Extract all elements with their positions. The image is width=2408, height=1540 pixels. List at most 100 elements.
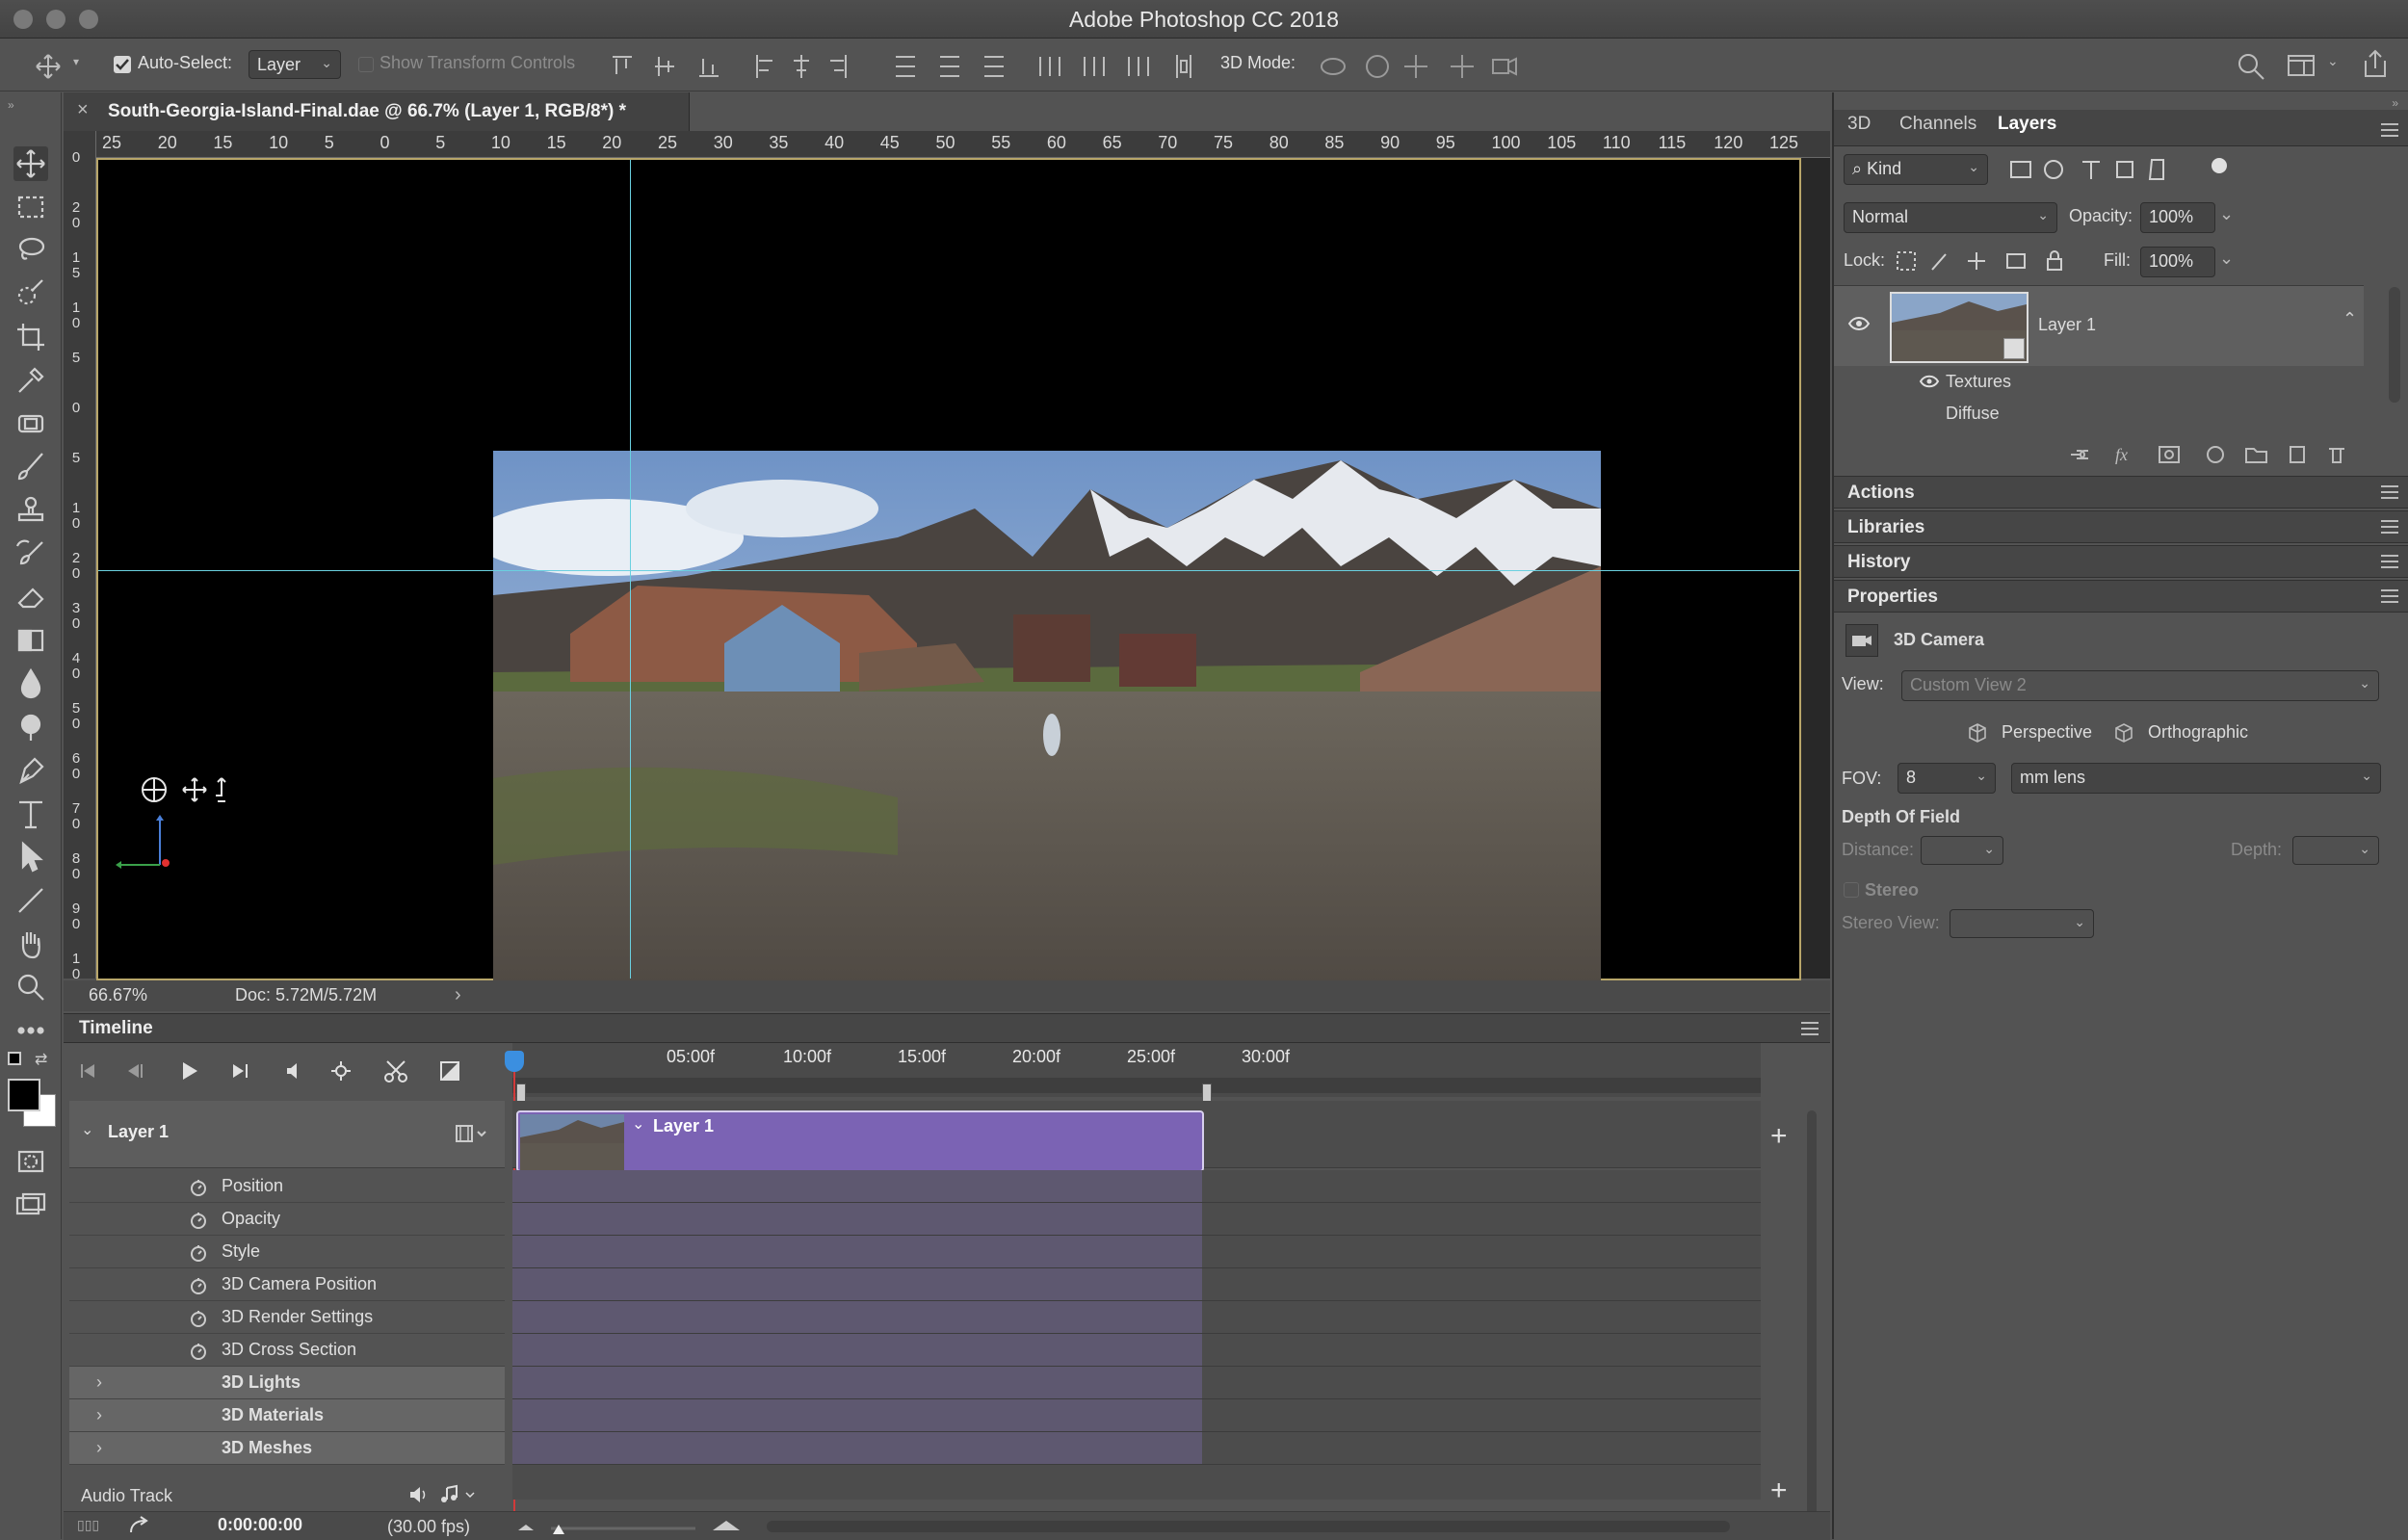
lasso-tool-button[interactable] <box>13 233 48 268</box>
keyframe-lane[interactable] <box>512 1334 1761 1367</box>
gradient-tool-button[interactable] <box>13 623 48 658</box>
group-row-3d-materials[interactable]: › 3D Materials <box>69 1399 505 1432</box>
stopwatch-icon[interactable] <box>189 1178 208 1197</box>
keyframe-lane[interactable] <box>512 1268 1761 1301</box>
frame-animation-toggle-icon[interactable]: ▯▯▯ <box>77 1517 99 1533</box>
playhead-handle[interactable] <box>505 1051 524 1072</box>
opacity-input[interactable]: 100% <box>2140 202 2215 233</box>
chevron-right-icon[interactable]: › <box>455 984 461 1006</box>
fov-input[interactable]: 8 ⌄ <box>1898 763 1996 794</box>
blend-mode-dropdown[interactable]: Normal ⌄ <box>1844 202 2057 233</box>
time-ruler[interactable]: 05:00f 10:00f 15:00f 20:00f 25:00f 30:00… <box>512 1043 1761 1103</box>
group-row-3d-lights[interactable]: › 3D Lights <box>69 1367 505 1399</box>
align-distribute-icons[interactable] <box>607 51 1185 82</box>
stereo-checkbox[interactable] <box>1844 882 1859 898</box>
guide-horizontal[interactable] <box>98 570 1799 571</box>
panel-menu-icon[interactable] <box>2381 520 2398 534</box>
clip-chevron-icon[interactable]: ⌄ <box>632 1114 644 1134</box>
audio-controls-icons[interactable] <box>406 1484 484 1505</box>
layer-name[interactable]: Layer 1 <box>2038 315 2096 335</box>
stopwatch-icon[interactable] <box>189 1243 208 1263</box>
property-row-position[interactable]: Position <box>69 1170 505 1203</box>
properties-panel-header[interactable]: Properties <box>1834 580 2408 613</box>
foreground-color-swatch[interactable] <box>8 1079 40 1111</box>
3d-canvas[interactable] <box>96 158 1801 1005</box>
history-panel-header[interactable]: History <box>1834 545 2408 578</box>
collapse-layer-chevron-icon[interactable]: ⌄ <box>81 1120 93 1139</box>
3d-camera-widget-icons[interactable] <box>137 772 229 807</box>
pen-tool-button[interactable] <box>13 753 48 788</box>
perspective-cube-icon[interactable] <box>1967 722 1988 744</box>
line-tool-button[interactable] <box>13 883 48 918</box>
stereo-view-dropdown[interactable]: ⌄ <box>1950 909 2094 938</box>
search-icon[interactable] <box>2237 52 2265 81</box>
property-row-style[interactable]: Style <box>69 1236 505 1268</box>
stopwatch-icon[interactable] <box>189 1342 208 1361</box>
tab-layers[interactable]: Layers <box>1998 114 2056 135</box>
brush-tool-button[interactable] <box>13 450 48 484</box>
healing-brush-tool-button[interactable] <box>13 406 48 441</box>
layer-filter-dropdown[interactable]: ⌕ Kind ⌄ <box>1844 154 1988 185</box>
keyframe-lane[interactable] <box>512 1432 1761 1465</box>
group-row-3d-meshes[interactable]: › 3D Meshes <box>69 1432 505 1465</box>
crop-tool-button[interactable] <box>13 320 48 354</box>
add-media-button[interactable]: + <box>1770 1120 1788 1153</box>
work-area-end-handle[interactable] <box>1202 1083 1212 1103</box>
fill-chevron-icon[interactable]: ⌄ <box>2219 248 2234 269</box>
layer-row-layer-1[interactable]: Layer 1 ⌃ <box>1834 285 2364 366</box>
depth-input[interactable]: ⌄ <box>2292 836 2379 865</box>
auto-select-dropdown[interactable]: Layer ⌄ <box>249 50 341 79</box>
quick-selection-tool-button[interactable] <box>13 276 48 311</box>
workspace-chevron-icon[interactable]: ⌄ <box>2327 53 2339 69</box>
panel-menu-icon[interactable] <box>2381 555 2398 568</box>
collapse-sublayers-icon[interactable]: ⌃ <box>2343 309 2357 329</box>
audio-lane[interactable] <box>512 1465 1761 1500</box>
keyframe-lane[interactable] <box>512 1236 1761 1268</box>
move-tool-button[interactable] <box>13 146 48 181</box>
default-colors-icon[interactable] <box>8 1052 21 1065</box>
lock-icons[interactable] <box>1894 248 2077 274</box>
expand-chevron-icon[interactable]: › <box>96 1405 102 1425</box>
keyframe-lane[interactable] <box>512 1170 1761 1203</box>
guide-vertical[interactable] <box>630 160 631 979</box>
visibility-eye-icon[interactable] <box>1847 315 1871 332</box>
timeline-horizontal-scrollbar[interactable] <box>767 1521 1730 1532</box>
document-size[interactable]: Doc: 5.72M/5.72M <box>235 985 377 1005</box>
dodge-tool-button[interactable] <box>13 710 48 744</box>
workspace-icon[interactable] <box>2287 53 2316 78</box>
screen-mode-button[interactable] <box>13 1188 48 1223</box>
timeline-vertical-scrollbar[interactable] <box>1807 1110 1817 1534</box>
clone-stamp-tool-button[interactable] <box>13 493 48 528</box>
playback-controls[interactable] <box>75 1057 480 1085</box>
path-selection-tool-button[interactable] <box>13 840 48 874</box>
stopwatch-icon[interactable] <box>189 1276 208 1295</box>
expand-chevron-icon[interactable]: › <box>96 1372 102 1393</box>
filter-toggle-icon[interactable] <box>2212 158 2227 173</box>
auto-select-checkbox[interactable] <box>114 56 131 73</box>
timeline-layer-row[interactable]: ⌄ Layer 1 <box>69 1101 505 1168</box>
show-transform-checkbox[interactable] <box>358 57 374 72</box>
orthographic-option[interactable]: Orthographic <box>2148 722 2248 743</box>
render-video-arrow-icon[interactable] <box>127 1515 152 1534</box>
layer-filter-icons[interactable] <box>2007 156 2181 183</box>
history-brush-tool-button[interactable] <box>13 536 48 571</box>
opacity-chevron-icon[interactable]: ⌄ <box>2219 204 2234 224</box>
type-tool-button[interactable] <box>13 796 48 831</box>
distance-input[interactable]: ⌄ <box>1921 836 2003 865</box>
property-row-opacity[interactable]: Opacity <box>69 1203 505 1236</box>
view-dropdown[interactable]: Custom View 2 ⌄ <box>1901 670 2379 701</box>
eraser-tool-button[interactable] <box>13 580 48 614</box>
diffuse-texture-label[interactable]: Diffuse <box>1946 404 2000 424</box>
panel-menu-icon[interactable] <box>2381 485 2398 499</box>
add-audio-button[interactable]: + <box>1770 1475 1788 1507</box>
property-row-3d-render-settings[interactable]: 3D Render Settings <box>69 1301 505 1334</box>
lens-unit-dropdown[interactable]: mm lens ⌄ <box>2011 763 2381 794</box>
zoom-tool-button[interactable] <box>13 970 48 1005</box>
distribute-spacing-icon[interactable] <box>1173 51 1194 82</box>
film-options-icon[interactable] <box>455 1124 489 1143</box>
work-area-bar[interactable] <box>512 1078 1761 1093</box>
video-clip-layer-1[interactable]: ⌄ Layer 1 <box>516 1110 1204 1172</box>
layers-scrollbar[interactable] <box>2389 287 2400 403</box>
tab-channels[interactable]: Channels <box>1899 114 1976 135</box>
close-tab-icon[interactable]: × <box>77 99 89 121</box>
